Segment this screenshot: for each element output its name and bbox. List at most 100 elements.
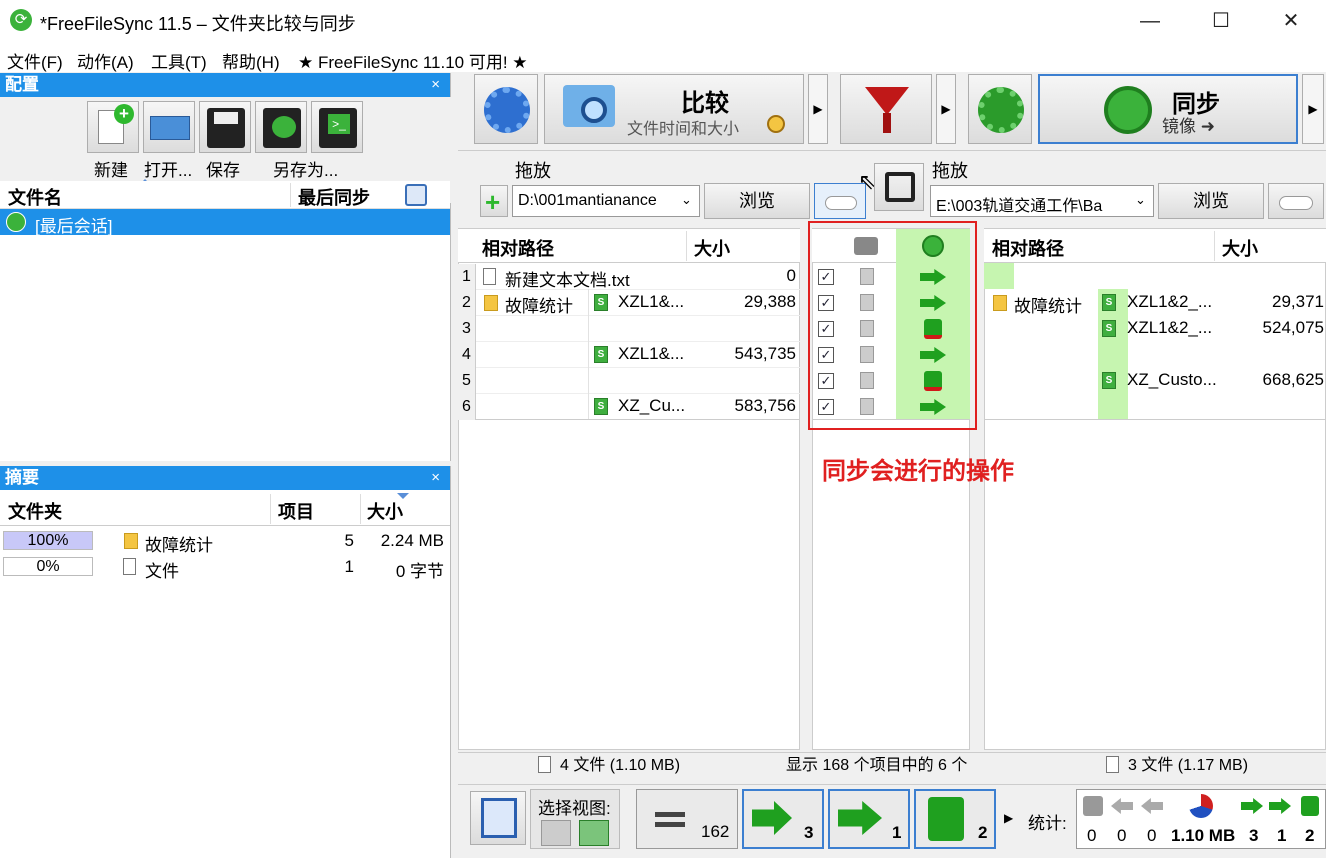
save-batch-button[interactable]: >_ [311, 101, 363, 153]
config-list-item[interactable]: [最后会话] [0, 209, 450, 236]
grey-left-arrow-icon [1111, 798, 1133, 814]
pie-chart-icon [1189, 794, 1213, 818]
save-as-config-button[interactable] [255, 101, 307, 153]
list-view-icon[interactable] [405, 184, 427, 206]
left-file-name[interactable]: 新建文本文档.txt [505, 266, 630, 291]
config-panel-close-button[interactable]: × [431, 73, 440, 97]
window-title: *FreeFileSync 11.5 – 文件夹比较与同步 [40, 14, 356, 34]
right-drop-label: 拖放 [932, 161, 968, 181]
summary-row[interactable]: 0% 文件 1 0 字节 [0, 554, 450, 581]
menu-action[interactable]: 动作(A) [77, 48, 134, 73]
row-number[interactable]: 2 [458, 290, 476, 316]
new-config-button[interactable]: + [87, 101, 139, 153]
left-col-path[interactable]: 相对路径 [482, 235, 554, 261]
grey-left-create-icon [1141, 798, 1163, 814]
create-filter-button[interactable]: 3 [742, 789, 824, 849]
left-file-size: 0 [786, 266, 796, 285]
close-button[interactable]: ✕ [1256, 0, 1326, 42]
chevron-down-icon: ⌄ [1135, 192, 1146, 207]
right-file-name[interactable]: XZ_Custo... [1127, 370, 1217, 390]
create-count: 3 [804, 823, 814, 842]
title-bar: ⟳ *FreeFileSync 11.5 – 文件夹比较与同步 — ☐ ✕ [0, 0, 1326, 42]
right-path-input[interactable]: E:\003轨道交通工作\Ba ⌄ [930, 185, 1154, 217]
terminal-icon: >_ [328, 114, 350, 134]
green-arrow-icon [838, 801, 882, 835]
minimize-button[interactable]: — [1115, 0, 1185, 42]
right-cloud-button[interactable] [1268, 183, 1324, 219]
new-config-label: 新建 [94, 161, 128, 180]
cloud-icon [825, 196, 857, 210]
compare-button[interactable]: 比较 文件时间和大小 [544, 74, 804, 144]
left-folder-name[interactable]: 故障统计 [505, 292, 573, 317]
right-col-size[interactable]: 大小 [1222, 235, 1258, 261]
row-number[interactable]: 3 [458, 316, 476, 342]
col-last-sync[interactable]: 最后同步 [298, 184, 370, 210]
right-row-highlight [984, 263, 1014, 289]
menu-tools[interactable]: 工具(T) [151, 48, 207, 73]
compare-settings-button[interactable] [474, 74, 538, 144]
filter-options-arrow[interactable]: ▶ [936, 74, 956, 144]
add-folder-pair-button[interactable]: + [480, 185, 508, 217]
folder-pair-bar: 拖放 + D:\001mantianance ⌄ 浏览 ⇖ 拖放 E:\003轨… [458, 150, 1326, 226]
printer-icon [150, 116, 190, 140]
sync-settings-button[interactable] [968, 74, 1032, 144]
open-config-button[interactable] [143, 101, 195, 153]
swap-sides-button[interactable] [874, 163, 924, 211]
view-type-button[interactable] [470, 791, 526, 845]
save-config-label: 保存 [206, 161, 240, 180]
file-icon [538, 756, 551, 773]
green-arrow-icon [1269, 798, 1291, 814]
more-arrow-icon[interactable]: ▶ [1004, 811, 1013, 825]
sync-button[interactable]: 同步 镜像 ➜ [1038, 74, 1298, 144]
left-file-name[interactable]: XZ_Cu... [618, 396, 685, 416]
sync-options-arrow[interactable]: ▶ [1302, 74, 1324, 144]
sync-green-icon [1104, 86, 1152, 134]
right-file-name[interactable]: XZL1&2_... [1127, 318, 1212, 338]
camera-view-button[interactable] [541, 820, 571, 846]
compare-options-arrow[interactable]: ▶ [808, 74, 828, 144]
menu-update-notice[interactable]: ★ FreeFileSync 11.10 可用! ★ [298, 48, 528, 73]
percent-label: 0% [36, 558, 60, 575]
right-col-path[interactable]: 相对路径 [992, 235, 1064, 261]
left-col-size[interactable]: 大小 [694, 235, 730, 261]
left-file-name[interactable]: XZL1&... [618, 344, 684, 364]
open-config-label: 打开... [144, 161, 193, 180]
left-browse-button[interactable]: 浏览 [704, 183, 810, 219]
menu-help[interactable]: 帮助(H) [222, 48, 280, 73]
right-browse-button[interactable]: 浏览 [1158, 183, 1264, 219]
row-number[interactable]: 4 [458, 342, 476, 368]
spreadsheet-file-icon: S [594, 294, 608, 311]
summary-panel-close-button[interactable]: × [431, 466, 440, 490]
row-number[interactable]: 1 [458, 264, 476, 290]
file-icon [123, 558, 136, 575]
left-file-name[interactable]: XZL1&... [618, 292, 684, 312]
app-icon: ⟳ [10, 9, 32, 31]
col-filename[interactable]: 文件名 [8, 184, 62, 210]
magnifier-icon [581, 97, 607, 123]
equal-filter-button[interactable]: 162 [636, 789, 738, 849]
folder-icon [993, 295, 1007, 311]
config-list-header: 文件名 最后同步 [0, 181, 450, 209]
col-folder[interactable]: 文件夹 [8, 498, 62, 524]
maximize-button[interactable]: ☐ [1186, 0, 1256, 42]
col-items[interactable]: 项目 [278, 498, 314, 524]
gear-blue-icon [484, 87, 530, 133]
row-number[interactable]: 5 [458, 368, 476, 394]
right-folder-name[interactable]: 故障统计 [1014, 292, 1082, 317]
stat-delete-right: 2 [1305, 826, 1315, 845]
filter-button[interactable] [840, 74, 932, 144]
delete-filter-button[interactable]: 2 [914, 789, 996, 849]
left-status: 4 文件 (1.10 MB) [560, 757, 681, 774]
row-number[interactable]: 6 [458, 394, 476, 420]
summary-row[interactable]: 100% 故障统计 5 2.24 MB [0, 528, 450, 555]
update-filter-button[interactable]: 1 [828, 789, 910, 849]
grey-bin-icon [1083, 796, 1103, 816]
menu-file[interactable]: 文件(F) [7, 48, 63, 73]
col-size[interactable]: 大小 [367, 498, 403, 524]
left-path-input[interactable]: D:\001mantianance ⌄ [512, 185, 700, 217]
folder-name: 文件 [145, 562, 179, 581]
right-file-name[interactable]: XZL1&2_... [1127, 292, 1212, 312]
sync-view-button[interactable] [579, 820, 609, 846]
green-plus-icon: + [114, 104, 134, 124]
save-config-button[interactable] [199, 101, 251, 153]
